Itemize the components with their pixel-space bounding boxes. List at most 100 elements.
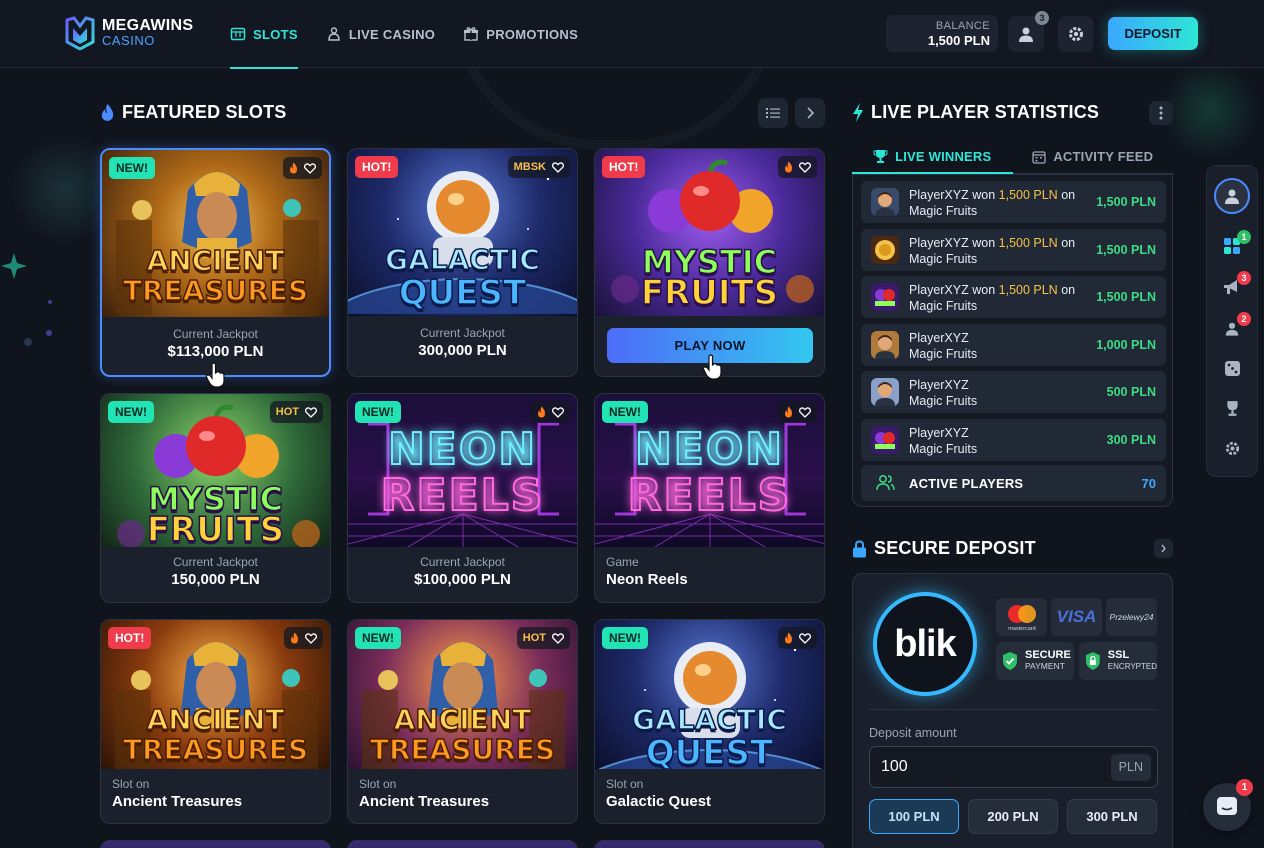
slot-title-line2: TREASURES xyxy=(369,733,556,766)
slot-actions xyxy=(284,627,323,649)
preset-100[interactable]: 100 PLN xyxy=(869,799,959,834)
header-deposit-button[interactable]: DEPOSIT xyxy=(1108,17,1198,50)
rail-friends[interactable]: 2 xyxy=(1207,308,1257,348)
blik-logo[interactable]: blik xyxy=(873,592,977,696)
jackpot-label: Current Jackpot xyxy=(420,326,505,340)
slot-card[interactable]: ANCIENT TREASURES HOT! Slot on Ancient T… xyxy=(100,619,331,824)
heart-icon[interactable] xyxy=(305,632,317,644)
przelewy-tile[interactable]: Przelewy24 xyxy=(1106,598,1157,636)
rail-trophy[interactable] xyxy=(1207,388,1257,428)
heart-icon[interactable] xyxy=(799,632,811,644)
slot-machine-icon xyxy=(230,27,246,41)
slot-card[interactable]: GALACTIC QUEST NEW! Slot on Galactic Que… xyxy=(594,619,825,824)
winner-value: 500 PLN xyxy=(1106,385,1156,399)
slot-badge: NEW! xyxy=(355,627,401,649)
heart-icon[interactable] xyxy=(799,161,811,173)
profile-badge: 3 xyxy=(1035,11,1049,25)
slot-actions: HOT xyxy=(269,401,323,423)
dealer-icon xyxy=(328,27,340,41)
slot-label: Slot on xyxy=(112,777,150,791)
flame-icon xyxy=(785,406,792,418)
users-icon xyxy=(876,475,895,491)
rail-dice[interactable] xyxy=(1207,348,1257,388)
bg-dot xyxy=(48,300,52,304)
slot-card[interactable]: MYSTIC FRUITS HOT! PLAY NOW xyxy=(594,148,825,377)
tab-activity-feed-label: ACTIVITY FEED xyxy=(1053,149,1154,164)
slot-actions xyxy=(283,157,322,179)
preset-200[interactable]: 200 PLN xyxy=(968,799,1058,834)
brand-logo[interactable]: MEGAWINS CASINO xyxy=(64,16,193,50)
nav-live-casino[interactable]: LIVE CASINO xyxy=(326,0,435,68)
slot-actions xyxy=(778,401,817,423)
heart-icon[interactable] xyxy=(552,406,564,418)
settings-button[interactable] xyxy=(1058,16,1094,52)
profile-button[interactable]: 3 xyxy=(1008,11,1049,52)
slot-thumbnail[interactable]: ANCIENT TREASURES HOT! xyxy=(101,620,330,769)
jackpot-label: Current Jackpot xyxy=(173,555,258,569)
deposit-expand-button[interactable] xyxy=(1154,539,1173,558)
slot-card[interactable] xyxy=(347,840,578,848)
deposit-amount-input[interactable]: 100 PLN xyxy=(869,746,1158,788)
hand-cursor-icon xyxy=(205,362,225,388)
slot-card[interactable]: ANCIENT TREASURES NEW! Current Jackpot $… xyxy=(100,148,331,377)
slot-card[interactable]: NEON REELS NEW! Current Jackpot $100,000… xyxy=(347,393,578,603)
lock-icon xyxy=(853,539,866,557)
heart-icon[interactable] xyxy=(305,406,317,418)
stats-more-button[interactable] xyxy=(1149,101,1173,125)
slot-card[interactable]: GALACTIC QUEST HOT! MBSK Current Jackpot… xyxy=(347,148,578,377)
rail-announcements[interactable]: 3 xyxy=(1207,267,1257,307)
slot-actions xyxy=(531,401,570,423)
slot-badge: NEW! xyxy=(602,627,648,649)
winner-avatar xyxy=(871,378,899,406)
list-view-button[interactable] xyxy=(758,98,788,128)
next-button[interactable] xyxy=(795,98,825,128)
nav-promotions[interactable]: PROMOTIONS xyxy=(463,0,578,68)
slot-footer: Current Jackpot $100,000 PLN xyxy=(348,547,577,602)
slot-thumbnail[interactable]: ANCIENT TREASURES NEW! HOT xyxy=(348,620,577,769)
slot-card[interactable] xyxy=(594,840,825,848)
tab-activity-feed[interactable]: ACTIVITY FEED xyxy=(1012,140,1173,174)
nav-promotions-label: PROMOTIONS xyxy=(486,26,579,42)
slot-card[interactable]: ANCIENT TREASURES NEW! HOT Slot on Ancie… xyxy=(347,619,578,824)
slot-card[interactable]: NEON REELS NEW! Game Neon Reels xyxy=(594,393,825,603)
chat-button[interactable]: 1 xyxy=(1203,779,1253,831)
slot-actions xyxy=(778,627,817,649)
rail-settings[interactable] xyxy=(1207,428,1257,468)
slot-label: Slot on xyxy=(359,777,397,791)
slot-badge: HOT! xyxy=(355,156,399,178)
rail-profile[interactable] xyxy=(1207,174,1257,218)
slot-thumbnail[interactable]: GALACTIC QUEST HOT! MBSK xyxy=(348,149,577,316)
slot-thumbnail[interactable]: NEON REELS NEW! xyxy=(595,394,824,547)
slot-thumbnail[interactable]: GALACTIC QUEST NEW! xyxy=(595,620,824,769)
winner-game: Magic Fruits xyxy=(909,394,978,408)
calendar-icon xyxy=(1032,150,1046,164)
rail-games[interactable]: 1 xyxy=(1207,226,1257,266)
heart-icon[interactable] xyxy=(552,161,564,173)
slot-thumbnail[interactable]: MYSTIC FRUITS NEW! HOT xyxy=(101,394,330,547)
divider xyxy=(869,709,1158,710)
slot-label: Slot on xyxy=(606,777,644,791)
slot-pill-text: HOT xyxy=(522,632,546,644)
nav-slots[interactable]: SLOTS xyxy=(230,0,298,69)
visa-tile[interactable]: VISA xyxy=(1051,598,1102,636)
slot-card[interactable]: MYSTIC FRUITS NEW! HOT Current Jackpot 1… xyxy=(100,393,331,603)
winner-post: on xyxy=(1057,283,1076,297)
winner-amount: 1,500 PLN xyxy=(998,188,1058,202)
slot-thumbnail[interactable]: ANCIENT TREASURES NEW! xyxy=(102,150,329,317)
slot-card[interactable] xyxy=(100,840,331,848)
heart-icon[interactable] xyxy=(799,406,811,418)
slot-thumbnail[interactable]: MYSTIC FRUITS HOT! xyxy=(595,149,824,316)
flame-icon xyxy=(538,406,545,418)
winner-game: Magic Fruits xyxy=(909,251,978,266)
heart-icon[interactable] xyxy=(552,632,564,644)
heart-icon[interactable] xyxy=(304,162,316,174)
friends-badge: 2 xyxy=(1237,312,1251,326)
secure-text: SECURE xyxy=(1025,649,1071,661)
tab-live-winners[interactable]: LIVE WINNERS xyxy=(852,140,1013,174)
main-nav: SLOTS LIVE CASINO PROMOTIONS xyxy=(230,0,578,69)
preset-300[interactable]: 300 PLN xyxy=(1067,799,1157,834)
bg-dot xyxy=(46,330,52,336)
slot-thumbnail[interactable]: NEON REELS NEW! xyxy=(348,394,577,547)
mastercard-tile[interactable]: mastercard xyxy=(996,598,1047,636)
active-players-count: 70 xyxy=(1141,476,1156,491)
